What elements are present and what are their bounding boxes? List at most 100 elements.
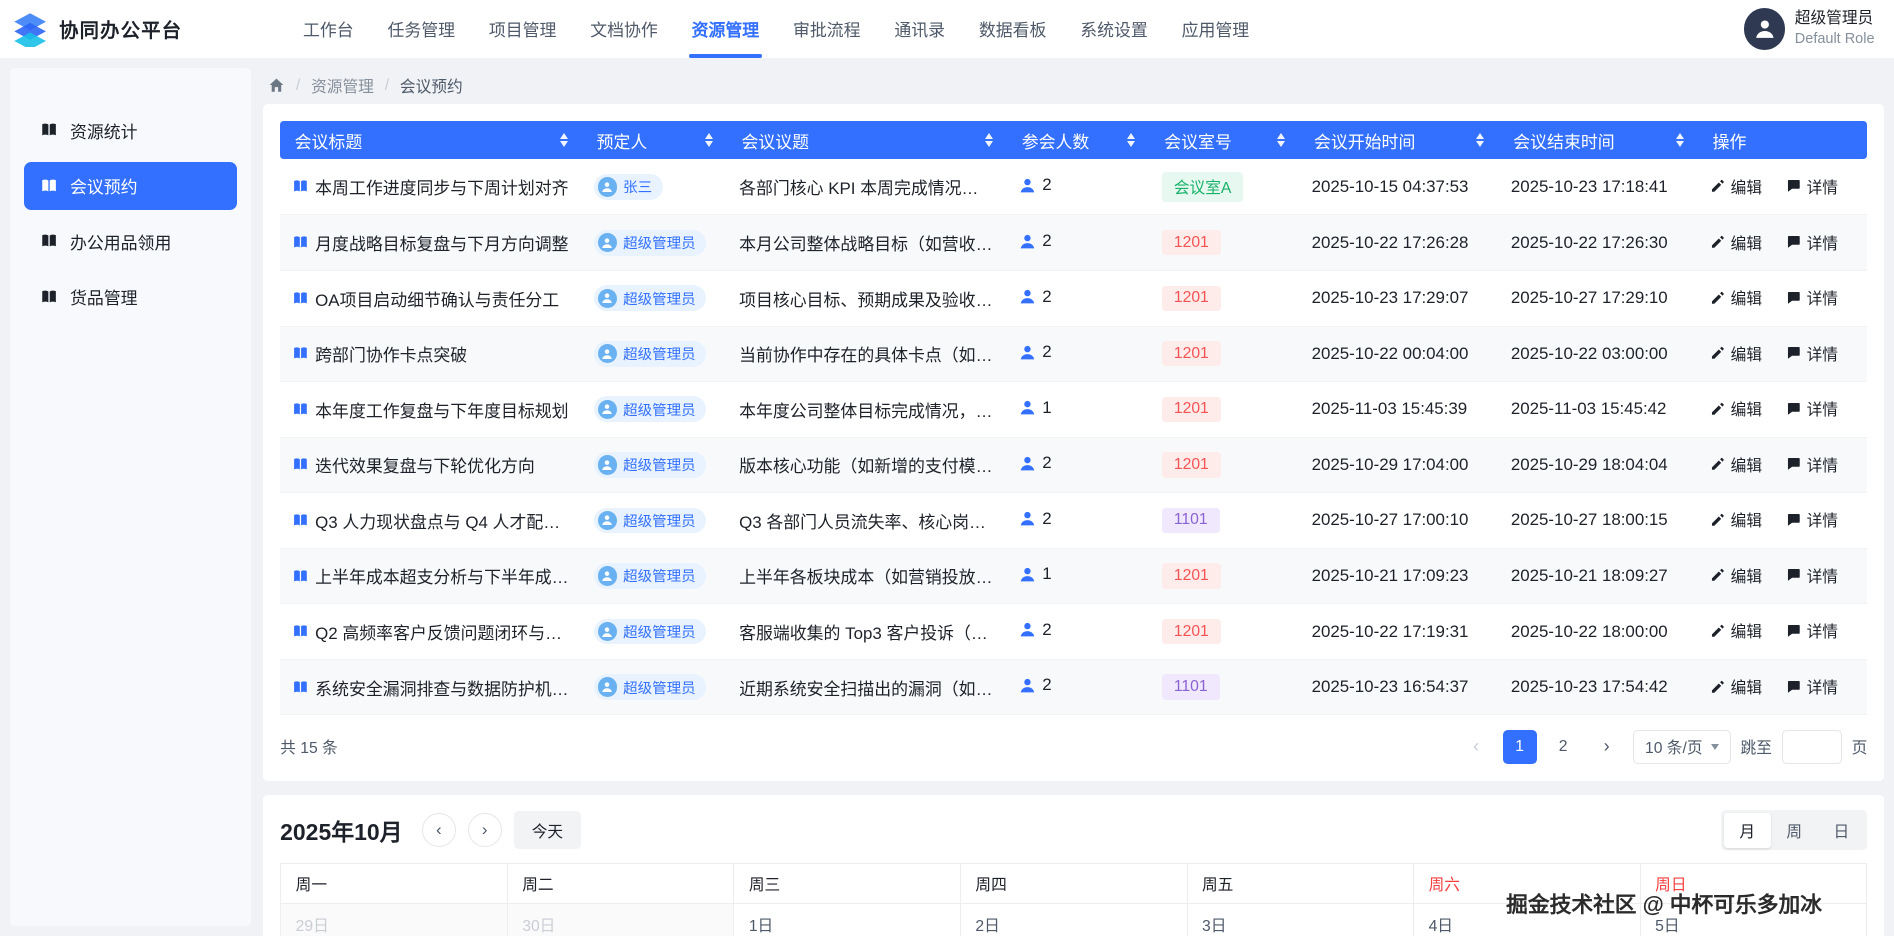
date-cell[interactable]: 1日 [734, 904, 961, 936]
edit-button[interactable]: 编辑 [1710, 286, 1762, 309]
calendar-next-button[interactable]: › [468, 813, 502, 847]
detail-button[interactable]: 详情 [1786, 675, 1838, 698]
nav-item[interactable]: 应用管理 [1165, 0, 1266, 58]
sidebar-item[interactable]: 资源统计 [24, 106, 237, 154]
chat-icon [1786, 290, 1802, 306]
edit-button[interactable]: 编辑 [1710, 508, 1762, 531]
nav-item[interactable]: 系统设置 [1063, 0, 1164, 58]
end-time: 2025-10-29 18:04:04 [1499, 437, 1698, 493]
view-option[interactable]: 日 [1818, 813, 1865, 848]
edit-button[interactable]: 编辑 [1710, 564, 1762, 587]
edit-button[interactable]: 编辑 [1710, 453, 1762, 476]
jump-page-input[interactable] [1782, 730, 1842, 764]
edit-button[interactable]: 编辑 [1710, 397, 1762, 420]
chat-icon [1786, 178, 1802, 194]
column-header[interactable]: 会议结束时间 [1499, 121, 1698, 160]
booker-name: 超级管理员 [623, 399, 695, 420]
page-number-button[interactable]: 1 [1503, 730, 1537, 764]
detail-button[interactable]: 详情 [1786, 175, 1838, 198]
nav-item[interactable]: 通讯录 [877, 0, 961, 58]
edit-button[interactable]: 编辑 [1710, 342, 1762, 365]
next-page-button[interactable]: › [1590, 730, 1624, 764]
today-button[interactable]: 今天 [514, 811, 582, 848]
date-label: 1日 [749, 918, 773, 935]
date-cell[interactable]: 30日 [508, 904, 735, 936]
sidebar-item[interactable]: 会议预约 [24, 162, 237, 210]
calendar-prev-button[interactable]: ‹ [422, 813, 456, 847]
sort-icon[interactable] [705, 133, 713, 147]
room-badge: 1201 [1162, 341, 1221, 366]
sort-icon[interactable] [560, 133, 568, 147]
column-header[interactable]: 预定人 [582, 121, 727, 160]
column-header[interactable]: 会议室号 [1150, 121, 1300, 160]
weekday-cell: 周二 [508, 864, 735, 904]
pencil-icon [1710, 234, 1726, 250]
room-badge: 1201 [1162, 286, 1221, 311]
column-header[interactable]: 会议标题 [280, 121, 582, 160]
nav-item[interactable]: 任务管理 [371, 0, 472, 58]
sidebar-item[interactable]: 办公用品领用 [24, 217, 237, 265]
app-title: 协同办公平台 [59, 15, 182, 43]
page-size-select[interactable]: 10 条/页 [1633, 730, 1731, 764]
detail-button[interactable]: 详情 [1786, 453, 1838, 476]
user-chip[interactable]: 超级管理员 Default Role [1744, 8, 1874, 49]
detail-label: 详情 [1807, 342, 1838, 365]
detail-button[interactable]: 详情 [1786, 286, 1838, 309]
edit-button[interactable]: 编辑 [1710, 675, 1762, 698]
booker-name: 超级管理员 [623, 232, 695, 253]
nav-item[interactable]: 文档协作 [573, 0, 674, 58]
breadcrumb-item-resource[interactable]: 资源管理 [311, 74, 374, 97]
nav-item[interactable]: 数据看板 [962, 0, 1063, 58]
edit-button[interactable]: 编辑 [1710, 619, 1762, 642]
sort-icon[interactable] [1476, 133, 1484, 147]
table-row: 迭代效果复盘与下轮优化方向 超级管理员 版本核心功能（如新增的支付模块、... … [280, 437, 1867, 493]
detail-button[interactable]: 详情 [1786, 619, 1838, 642]
detail-button[interactable]: 详情 [1786, 231, 1838, 254]
home-icon[interactable] [268, 77, 285, 94]
sort-icon[interactable] [1676, 133, 1684, 147]
meeting-topic: 当前协作中存在的具体卡点（如流程... [739, 346, 1007, 365]
end-time: 2025-11-03 15:45:42 [1499, 382, 1698, 438]
nav-item[interactable]: 项目管理 [472, 0, 573, 58]
page-number-button[interactable]: 2 [1546, 730, 1580, 764]
edit-button[interactable]: 编辑 [1710, 231, 1762, 254]
document-icon [292, 568, 309, 585]
column-header[interactable]: 参会人数 [1007, 121, 1150, 160]
sidebar-item[interactable]: 货品管理 [24, 273, 237, 321]
end-time: 2025-10-21 18:09:27 [1499, 548, 1698, 604]
date-cell[interactable]: 2日 [961, 904, 1188, 936]
sort-icon[interactable] [1127, 133, 1135, 147]
edit-button[interactable]: 编辑 [1710, 175, 1762, 198]
booker-badge: 超级管理员 [594, 230, 706, 256]
start-time: 2025-11-03 15:45:39 [1300, 382, 1499, 438]
view-option[interactable]: 周 [1771, 813, 1818, 848]
detail-button[interactable]: 详情 [1786, 397, 1838, 420]
sort-icon[interactable] [985, 133, 993, 147]
pencil-icon [1710, 679, 1726, 695]
booker-badge: 超级管理员 [594, 341, 706, 367]
nav-item[interactable]: 审批流程 [776, 0, 877, 58]
detail-button[interactable]: 详情 [1786, 508, 1838, 531]
meeting-topic: 本月公司整体战略目标（如营收、用... [739, 235, 1007, 254]
detail-button[interactable]: 详情 [1786, 564, 1838, 587]
end-time: 2025-10-23 17:54:42 [1499, 659, 1698, 715]
detail-label: 详情 [1807, 175, 1838, 198]
meeting-title: OA项目启动细节确认与责任分工 [315, 286, 559, 311]
date-cell[interactable]: 3日 [1188, 904, 1415, 936]
booker-avatar-icon [598, 677, 617, 696]
detail-button[interactable]: 详情 [1786, 342, 1838, 365]
prev-page-button[interactable]: ‹ [1459, 730, 1493, 764]
date-cell[interactable]: 29日 [281, 904, 508, 936]
weekday-cell: 周四 [961, 864, 1188, 904]
column-header[interactable]: 会议开始时间 [1300, 121, 1499, 160]
detail-label: 详情 [1807, 619, 1838, 642]
column-header[interactable]: 会议议题 [727, 121, 1007, 160]
document-icon [292, 512, 309, 529]
attendee-icon [1019, 621, 1036, 638]
date-label: 2日 [975, 918, 999, 935]
view-option[interactable]: 月 [1724, 813, 1771, 848]
nav-item[interactable]: 工作台 [286, 0, 370, 58]
nav-item[interactable]: 资源管理 [675, 0, 776, 58]
sort-icon[interactable] [1277, 133, 1285, 147]
sidebar-menu: 资源统计 会议预约 办公用品领用 货品管理 [10, 106, 252, 321]
